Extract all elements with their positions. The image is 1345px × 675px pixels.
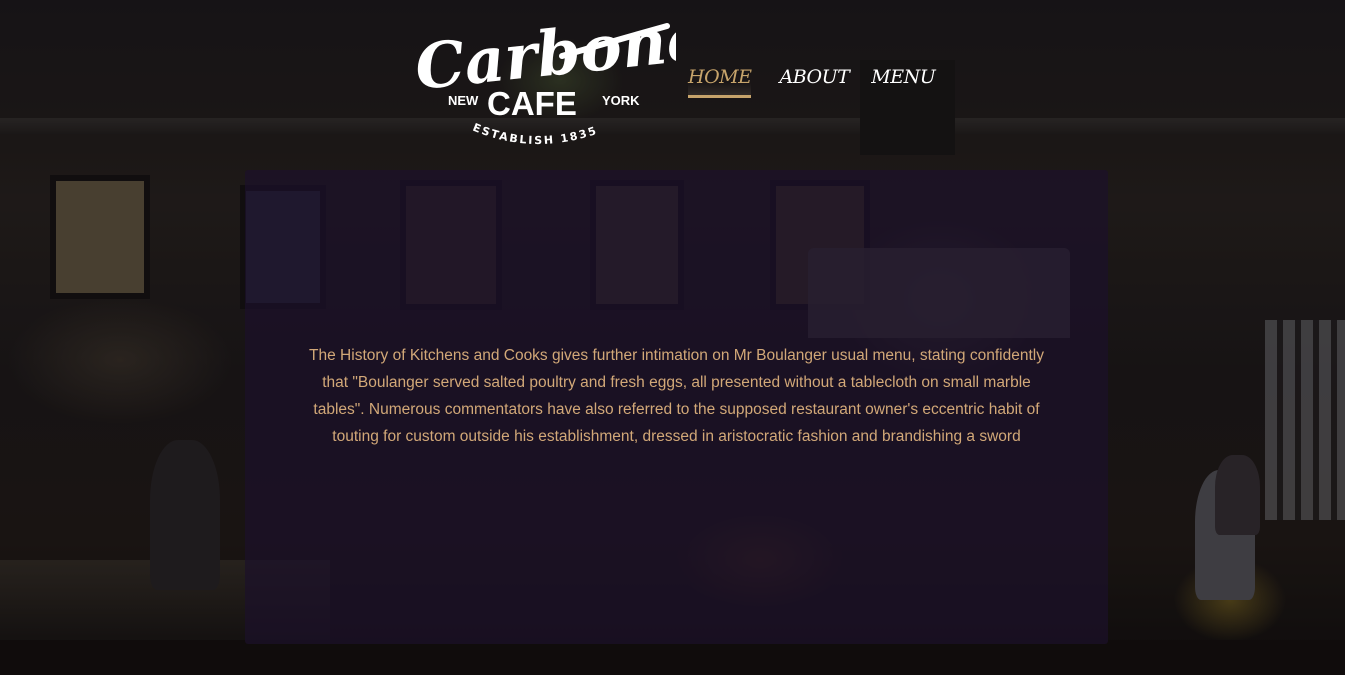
- logo-tagline: ESTABLISH 1835: [471, 121, 600, 147]
- logo-city-right: YORK: [602, 93, 640, 108]
- content-panel: The History of Kitchens and Cooks gives …: [245, 170, 1108, 644]
- nav-menu[interactable]: MENU: [871, 64, 935, 98]
- nav-about[interactable]: ABOUT: [779, 64, 849, 98]
- site-logo[interactable]: Carbone NEW CAFE YORK ESTABLISH 1835: [412, 6, 676, 156]
- logo-main-word: CAFE: [487, 85, 577, 122]
- logo-city-left: NEW: [448, 93, 479, 108]
- main-nav: HOME ABOUT MENU: [688, 64, 936, 104]
- nav-home[interactable]: HOME: [688, 64, 752, 98]
- history-paragraph: The History of Kitchens and Cooks gives …: [309, 347, 1044, 445]
